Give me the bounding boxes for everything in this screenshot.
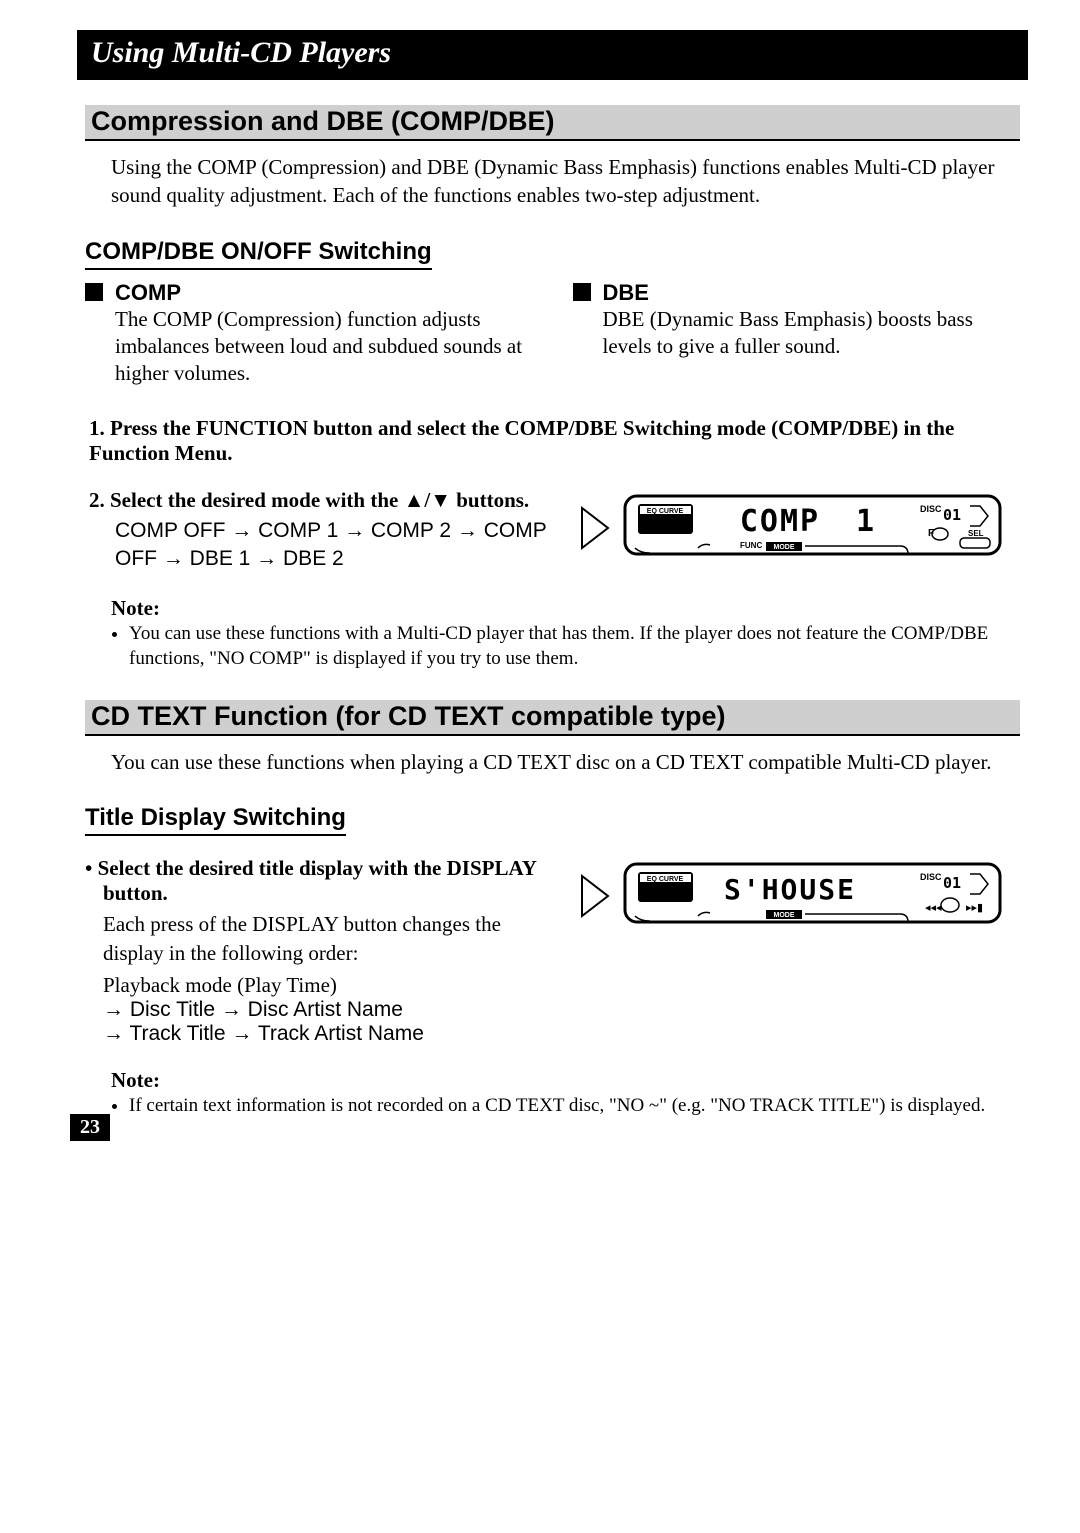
note-label: Note: [111,596,1020,621]
svg-text:MODE: MODE [774,544,795,551]
step-number: 1. [89,416,105,440]
dbe-body: DBE (Dynamic Bass Emphasis) boosts bass … [603,306,1021,361]
dbe-title: DBE [573,280,1021,306]
comp-body: The COMP (Compression) function adjusts … [115,306,533,388]
step-heading: Press the FUNCTION button and select the… [89,416,954,465]
svg-text:01: 01 [943,874,961,892]
bullet-body: Each press of the DISPLAY button changes… [103,910,550,967]
display-sequence-line: Playback mode (Play Time) [103,973,550,998]
svg-text:COMP: COMP [740,504,820,539]
svg-text:SEL: SEL [968,529,984,538]
mode-sequence: COMP OFF → COMP 1 → COMP 2 → COMP OFF → … [115,517,550,574]
section-intro: Using the COMP (Compression) and DBE (Dy… [111,153,1020,210]
step-number: 2. [89,488,105,512]
svg-text:MODE: MODE [774,912,795,919]
note-item: If certain text information is not recor… [129,1093,1020,1119]
comp-title: COMP [85,280,533,306]
svg-text:▸▸▮: ▸▸▮ [966,902,983,914]
svg-text:DISC: DISC [920,504,942,514]
section-heading-comp-dbe: Compression and DBE (COMP/DBE) [85,105,1020,141]
svg-text:FUNC: FUNC [740,541,762,550]
section-heading-cdtext: CD TEXT Function (for CD TEXT compatible… [85,700,1020,736]
svg-text:EQ CURVE: EQ CURVE [647,508,684,515]
svg-text:◂◂◂: ◂◂◂ [925,902,942,914]
display-sequence-line: → Track Title → Track Artist Name [103,1022,550,1046]
subsection-heading-switching: COMP/DBE ON/OFF Switching [85,238,432,270]
chapter-title: Using Multi-CD Players [77,30,1028,80]
note-label: Note: [111,1068,1020,1093]
svg-text:EQ CURVE: EQ CURVE [647,876,684,883]
svg-text:01: 01 [943,506,961,524]
svg-text:S'HOUSE: S'HOUSE [724,873,856,906]
page-number: 23 [70,1114,110,1141]
step-heading: Select the desired mode with the ▲/▼ but… [110,488,529,512]
lcd-display-comp: EQ CURVE COMP 1 DISC 01 F SEL FUNC MODE [580,488,1010,568]
section-intro: You can use these functions when playing… [111,748,1020,776]
bullet-heading: Select the desired title display with th… [98,856,536,905]
note-item: You can use these functions with a Multi… [129,621,1020,672]
display-sequence-line: → Disc Title → Disc Artist Name [103,998,550,1022]
lcd-display-cdtext: EQ CURVE S'HOUSE DISC 01 ◂◂◂ ▸▸▮ MODE [580,856,1010,936]
svg-text:1: 1 [856,504,874,539]
subsection-heading-title-display: Title Display Switching [85,804,346,836]
svg-text:DISC: DISC [920,872,942,882]
